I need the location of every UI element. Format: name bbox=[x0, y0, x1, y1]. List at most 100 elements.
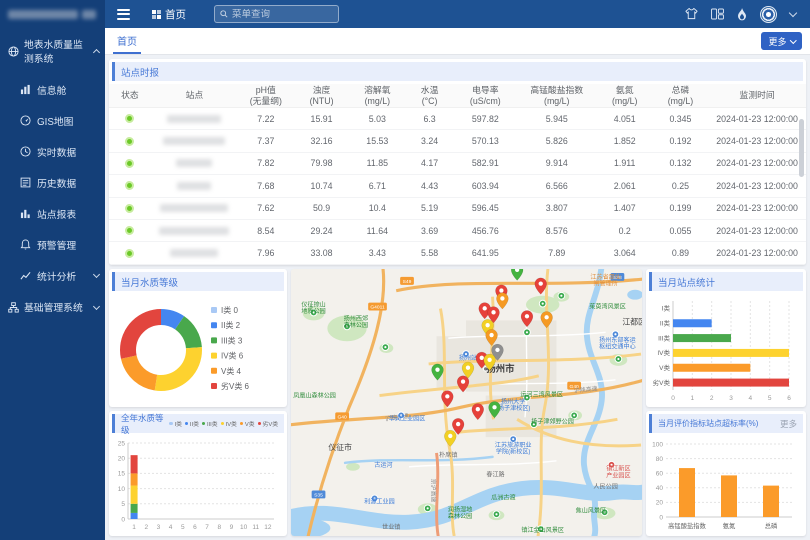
sidebar-item-label: 统计分析 bbox=[37, 269, 88, 283]
station-name-redacted bbox=[170, 249, 218, 257]
table-cell: 7.89 bbox=[517, 248, 597, 258]
map-poi-label: 扬州站 bbox=[459, 354, 477, 362]
sidebar-item-2[interactable]: GIS地图 bbox=[0, 105, 105, 136]
stacked-segment-劣V类[interactable] bbox=[131, 455, 138, 473]
svg-text:II类: II类 bbox=[660, 319, 671, 328]
sidebar-item-5[interactable]: 站点报表 bbox=[0, 198, 105, 229]
layout-panels-icon[interactable] bbox=[711, 8, 724, 20]
legend-label[interactable]: II类 2 bbox=[221, 320, 241, 330]
hbar-II类[interactable] bbox=[673, 319, 712, 327]
sidebar-item-7[interactable]: 统计分析 bbox=[0, 260, 105, 291]
table-cell: 7.22 bbox=[238, 114, 294, 124]
vbar-总磷[interactable] bbox=[763, 486, 779, 517]
column-header: 高锰酸盐指数(mg/L) bbox=[517, 85, 597, 105]
stacked-segment-II类[interactable] bbox=[131, 513, 138, 519]
vbar-氨氮[interactable] bbox=[721, 475, 737, 517]
table-row[interactable]: 7.2215.915.036.3597.825.9454.0510.345202… bbox=[109, 108, 806, 130]
hbar-chart[interactable]: 0123456I类II类III类IV类V类劣V类 bbox=[646, 294, 798, 404]
legend-swatch[interactable] bbox=[211, 337, 217, 343]
legend-swatch[interactable] bbox=[211, 353, 217, 359]
table-row[interactable]: 7.8279.9811.854.17582.919.9141.9110.1322… bbox=[109, 153, 806, 175]
status-online-dot bbox=[125, 181, 134, 190]
svg-text:25: 25 bbox=[118, 440, 126, 447]
sidebar-item-1[interactable]: 信息舱 bbox=[0, 74, 105, 105]
column-header: 溶解氧(mg/L) bbox=[349, 85, 405, 105]
sidebar-section-base[interactable]: 基础管理系统 bbox=[0, 291, 105, 323]
station-name-redacted bbox=[160, 204, 228, 212]
map-poi-label: 朴席镇 bbox=[439, 451, 457, 459]
vbar-chart[interactable]: 020406080100高锰酸盐指数氨氮总磷 bbox=[646, 436, 798, 532]
sidebar-item-3[interactable]: 实时数据 bbox=[0, 136, 105, 167]
stacked-segment-IV类[interactable] bbox=[131, 486, 138, 504]
legend-swatch[interactable] bbox=[211, 307, 217, 313]
breadcrumb-home[interactable]: 首页 bbox=[165, 7, 186, 22]
legend-item[interactable]: V类 bbox=[240, 419, 255, 428]
search-input[interactable] bbox=[232, 9, 333, 20]
table-row[interactable]: 7.6810.746.714.43603.946.5662.0610.25202… bbox=[109, 175, 806, 197]
column-name: 溶解氧 bbox=[349, 85, 405, 95]
table-cell: 2024-01-23 12:00:00 bbox=[708, 158, 806, 168]
table-row[interactable]: 7.9633.083.435.58641.957.893.0640.892024… bbox=[109, 242, 806, 264]
vbar-高锰酸盐指数[interactable] bbox=[679, 468, 695, 517]
map-poi-label: 镇江金山风景区 bbox=[521, 526, 564, 534]
legend-item[interactable]: IV类 bbox=[221, 419, 237, 428]
donut-chart[interactable]: I类 0 II类 2 III类 3 IV类 6 V类 4 劣V类 6 bbox=[109, 294, 279, 404]
map-poi-label: 扬州东部客运枢纽交通中心 bbox=[599, 336, 636, 351]
svg-text:20: 20 bbox=[118, 456, 126, 463]
breadcrumb[interactable]: 首页 bbox=[152, 7, 186, 22]
table-row[interactable]: 7.3732.1615.533.24570.135.8261.8520.1922… bbox=[109, 130, 806, 152]
table-header-row: 状态站点pH值(无量纲)浊度(NTU)溶解氧(mg/L)水温(°C)电导率(uS… bbox=[109, 84, 806, 108]
more-button[interactable]: 更多 bbox=[761, 32, 802, 50]
stacked-segment-V类[interactable] bbox=[131, 473, 138, 485]
section-title-text: 当月评价指标站点超标率(%) bbox=[658, 418, 758, 429]
table-row[interactable]: 7.6250.910.45.19596.453.8071.4070.199202… bbox=[109, 198, 806, 220]
hbar-IV类[interactable] bbox=[673, 349, 789, 357]
column-header: pH值(无量纲) bbox=[238, 85, 294, 105]
more-link[interactable]: 更多 bbox=[780, 418, 797, 430]
column-unit: (mg/L) bbox=[349, 96, 405, 106]
legend-swatch[interactable] bbox=[211, 368, 217, 374]
legend-item[interactable]: III类 bbox=[202, 419, 218, 428]
hbar-V类[interactable] bbox=[673, 364, 750, 372]
flame-icon[interactable] bbox=[737, 8, 747, 21]
sidebar-item-4[interactable]: 历史数据 bbox=[0, 167, 105, 198]
table-cell: 0.132 bbox=[653, 158, 709, 168]
hbar-劣V类[interactable] bbox=[673, 379, 789, 387]
legend-label[interactable]: V类 4 bbox=[221, 366, 242, 376]
legend-item[interactable]: 劣V类 bbox=[258, 419, 278, 428]
expand-caret-icon bbox=[93, 302, 100, 309]
legend-label[interactable]: III类 3 bbox=[221, 335, 243, 345]
svg-text:5: 5 bbox=[768, 395, 772, 402]
legend-item[interactable]: I类 bbox=[169, 419, 181, 428]
clock-icon bbox=[20, 146, 31, 157]
sidebar-item-6[interactable]: 预警管理 bbox=[0, 229, 105, 260]
menu-search[interactable] bbox=[214, 5, 339, 23]
legend-swatch[interactable] bbox=[211, 322, 217, 328]
table-cell: 50.9 bbox=[294, 203, 350, 213]
table-scrollbar[interactable] bbox=[799, 119, 804, 177]
stacked-bar-chart[interactable]: 0510152025123456789101112 bbox=[109, 436, 279, 532]
legend-label[interactable]: I类 0 bbox=[221, 305, 238, 315]
legend-item[interactable]: II类 bbox=[185, 419, 199, 428]
station-map[interactable]: G40G40G4011S49S35S28沪陕高速京沪高速沪陕高速扬州西郊森林公园… bbox=[291, 269, 642, 536]
column-header: 电导率(uS/cm) bbox=[454, 85, 517, 105]
sidebar-toggle-icon[interactable] bbox=[117, 9, 130, 20]
user-menu-chevron-icon[interactable] bbox=[789, 8, 797, 16]
hbar-III类[interactable] bbox=[673, 334, 731, 342]
theme-skin-icon[interactable] bbox=[685, 8, 698, 20]
legend-label[interactable]: 劣V类 6 bbox=[221, 381, 250, 391]
stacked-segment-III类[interactable] bbox=[131, 504, 138, 513]
column-header: 水温(°C) bbox=[405, 85, 454, 105]
map-poi-label: 焦山风景区 bbox=[576, 506, 606, 514]
user-avatar[interactable] bbox=[760, 6, 777, 23]
map-poi-label: 世业镇 bbox=[382, 523, 400, 531]
table-cell: 10.4 bbox=[349, 203, 405, 213]
svg-text:劣V类: 劣V类 bbox=[653, 378, 671, 387]
tab-home[interactable]: 首页 bbox=[113, 28, 141, 54]
table-cell: 0.2 bbox=[597, 226, 653, 236]
legend-label[interactable]: IV类 6 bbox=[221, 351, 244, 361]
sidebar-section-water[interactable]: 地表水质量监测系统 bbox=[0, 28, 105, 74]
svg-text:60: 60 bbox=[656, 471, 664, 478]
legend-swatch[interactable] bbox=[211, 383, 217, 389]
table-row[interactable]: 8.5429.2411.643.69456.768.5760.20.055202… bbox=[109, 220, 806, 242]
